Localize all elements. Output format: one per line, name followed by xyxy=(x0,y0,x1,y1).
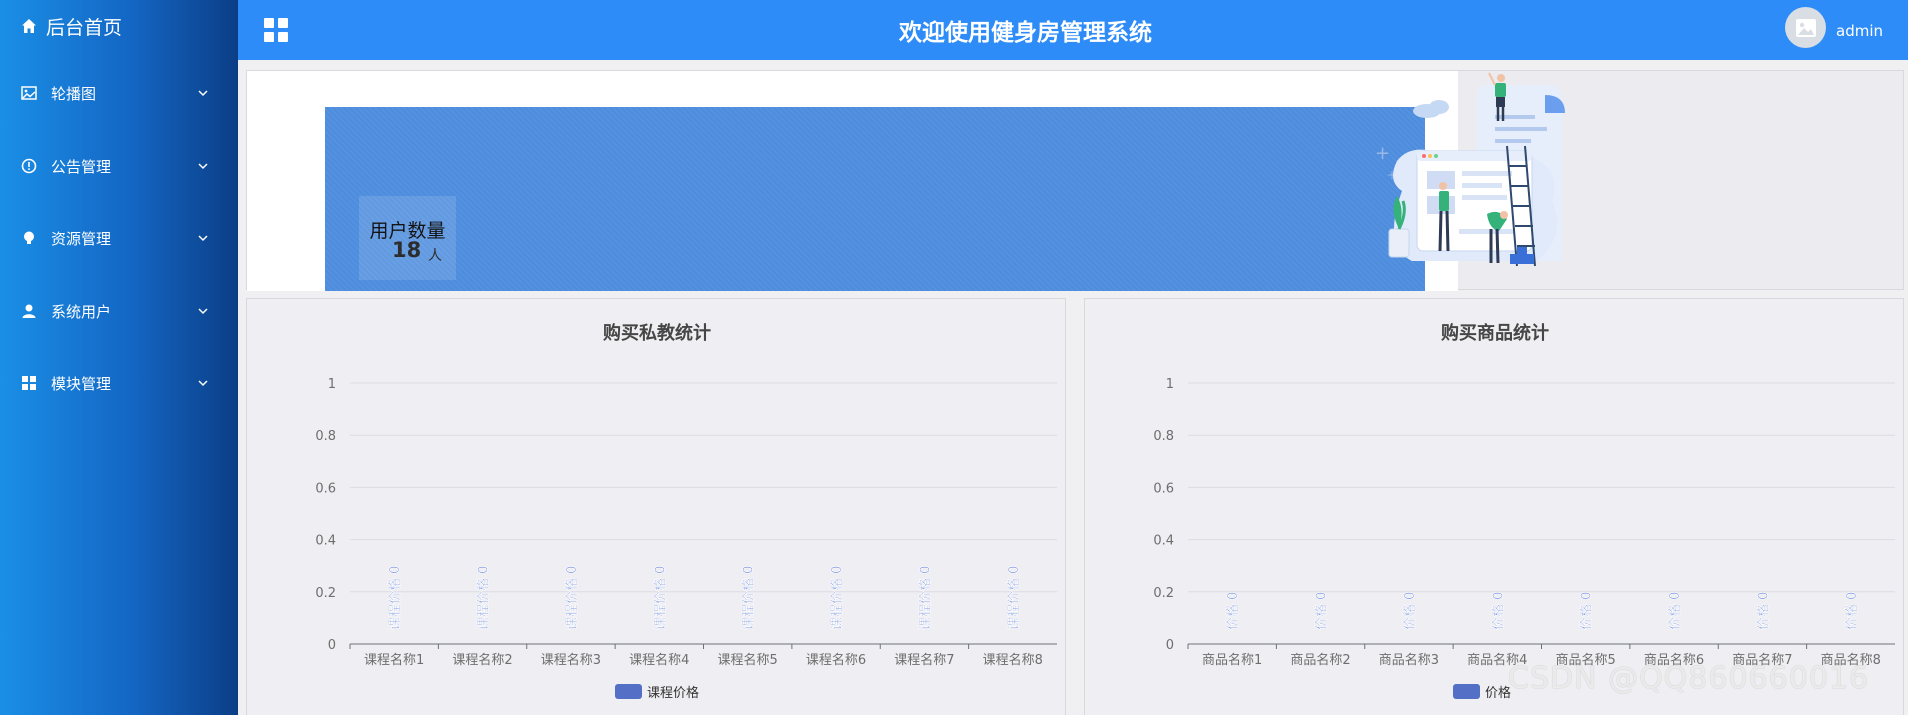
data-label: 价格 0 xyxy=(1490,592,1506,630)
chevron-down-icon xyxy=(198,163,208,170)
x-tick-label: 课程名称2 xyxy=(452,652,512,668)
data-label: 价格 0 xyxy=(1402,592,1418,630)
x-tick-label: 课程名称3 xyxy=(541,652,601,668)
banner-panel: 用户数量 18 人 + + xyxy=(246,70,1904,291)
legend-swatch xyxy=(615,684,642,699)
lightbulb-icon xyxy=(20,229,38,247)
data-label: 价格 0 xyxy=(1667,592,1683,630)
x-tick-label: 课程名称7 xyxy=(894,652,954,668)
x-tick-label: 课程名称6 xyxy=(806,652,866,668)
grid-icon xyxy=(20,374,38,392)
info-circle-icon xyxy=(20,157,38,175)
y-tick-label: 0.2 xyxy=(315,586,336,601)
image-icon xyxy=(20,84,38,102)
product-purchase-chart: 购买商品统计 0 0.2 0.4 0.6 0.8 1 商品名称1 价格 0 商品名称2 价格 0 商品… xyxy=(1153,322,1895,701)
user-name[interactable]: admin xyxy=(1836,22,1883,40)
y-tick-label: 0 xyxy=(328,638,336,653)
data-label: 价格 0 xyxy=(1844,592,1860,630)
legend-swatch xyxy=(1453,684,1480,699)
office-illustration: + + xyxy=(1375,72,1565,267)
chevron-down-icon xyxy=(198,380,208,387)
x-tick-label: 课程名称4 xyxy=(629,652,689,668)
data-label: 课程价格 0 xyxy=(917,566,933,630)
data-label: 价格 0 xyxy=(1314,592,1330,630)
data-label: 课程价格 0 xyxy=(564,566,580,630)
user-icon xyxy=(20,302,38,320)
sidebar-item-label: 模块管理 xyxy=(51,374,112,393)
home-icon xyxy=(20,17,38,35)
data-label: 课程价格 0 xyxy=(652,566,668,630)
sidebar-item-announcement[interactable]: 公告管理 xyxy=(0,146,238,186)
x-tick-label: 商品名称3 xyxy=(1379,652,1439,668)
svg-text:+: + xyxy=(1375,143,1390,164)
y-tick-label: 0.8 xyxy=(315,429,336,444)
product-chart-panel: 购买商品统计 0 0.2 0.4 0.6 0.8 1 商品名称1 价格 0 商品名称2 价格 0 商品… xyxy=(1084,298,1904,715)
chevron-down-icon xyxy=(198,235,208,242)
y-tick-label: 0.2 xyxy=(1153,586,1174,601)
watermark: CSDN @QQ860660016 xyxy=(1508,661,1870,696)
sidebar-item-resources[interactable]: 资源管理 xyxy=(0,218,238,258)
x-tick-label: 课程名称5 xyxy=(718,652,778,668)
y-tick-label: 0.8 xyxy=(1153,429,1174,444)
x-tick-label: 课程名称8 xyxy=(983,652,1043,668)
y-tick-label: 0.6 xyxy=(1153,481,1174,496)
x-tick-label: 商品名称2 xyxy=(1290,652,1350,668)
chart-title: 购买私教统计 xyxy=(603,322,711,344)
user-count-label: 用户数量 xyxy=(369,220,446,242)
x-tick-label: 课程名称1 xyxy=(364,652,424,668)
course-chart-panel: 购买私教统计 0 0.2 0.4 0.6 0.8 1 课程名称1 课程价格 0 课程名称2 课程价格… xyxy=(246,298,1066,715)
y-tick-label: 0.4 xyxy=(315,534,336,549)
banner-image: 用户数量 18 人 xyxy=(325,107,1425,291)
data-label: 价格 0 xyxy=(1755,592,1771,630)
y-tick-label: 1 xyxy=(1166,377,1174,392)
x-tick-label: 商品名称1 xyxy=(1202,652,1262,668)
data-label: 价格 0 xyxy=(1579,592,1595,630)
y-tick-label: 0.4 xyxy=(1153,534,1174,549)
y-tick-label: 0.6 xyxy=(315,481,336,496)
sidebar-item-modules[interactable]: 模块管理 xyxy=(0,363,238,403)
sidebar-item-carousel[interactable]: 轮播图 xyxy=(0,73,238,113)
page-title: 欢迎使用健身房管理系统 xyxy=(899,20,1152,46)
y-tick-label: 1 xyxy=(328,377,336,392)
sidebar: 后台首页 轮播图 公告管理 资源管理 系统用户 模块管理 xyxy=(0,0,238,715)
sidebar-item-label: 后台首页 xyxy=(46,16,123,39)
chevron-down-icon xyxy=(198,90,208,97)
y-tick-label: 0 xyxy=(1166,638,1174,653)
user-count-unit: 人 xyxy=(428,248,442,264)
chart-title: 购买商品统计 xyxy=(1441,322,1549,344)
sidebar-item-label: 资源管理 xyxy=(51,229,112,248)
data-label: 课程价格 0 xyxy=(1006,566,1022,630)
chevron-down-icon xyxy=(198,308,208,315)
banner-background: 用户数量 18 人 + + xyxy=(247,71,1565,291)
course-purchase-chart: 购买私教统计 0 0.2 0.4 0.6 0.8 1 课程名称1 课程价格 0 课程名称2 课程价格… xyxy=(315,322,1057,701)
top-header: 欢迎使用健身房管理系统 admin xyxy=(238,0,1908,60)
sidebar-item-label: 系统用户 xyxy=(51,302,112,321)
sidebar-item-label: 公告管理 xyxy=(51,157,112,176)
sidebar-item-label: 轮播图 xyxy=(51,84,97,103)
image-placeholder-icon xyxy=(1795,18,1816,37)
data-label: 课程价格 0 xyxy=(387,566,403,630)
data-label: 课程价格 0 xyxy=(476,566,492,630)
data-label: 课程价格 0 xyxy=(741,566,757,630)
avatar[interactable] xyxy=(1785,7,1826,48)
data-label: 价格 0 xyxy=(1225,592,1241,630)
sidebar-item-home[interactable]: 后台首页 xyxy=(0,6,238,46)
user-count-value: 18 xyxy=(392,238,422,262)
user-count-card: 用户数量 18 人 xyxy=(359,196,456,280)
legend-label: 课程价格 xyxy=(647,685,699,701)
sidebar-item-system-users[interactable]: 系统用户 xyxy=(0,291,238,331)
data-label: 课程价格 0 xyxy=(829,566,845,630)
